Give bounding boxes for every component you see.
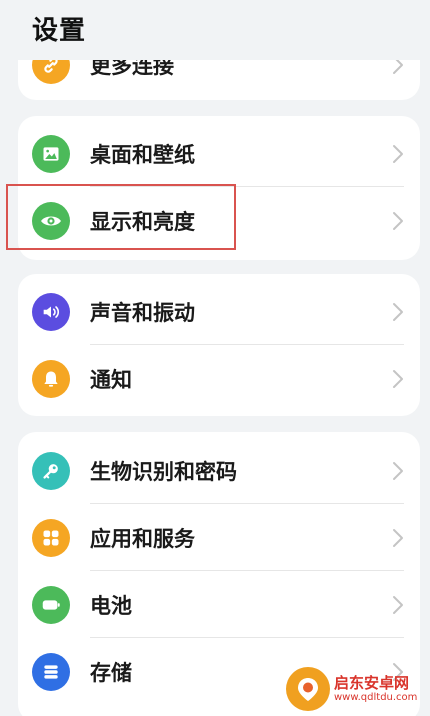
battery-icon: [32, 585, 70, 624]
settings-item-label: 桌面和壁纸: [90, 142, 195, 167]
page-title: 设置: [32, 16, 87, 46]
settings-item-biometrics-password[interactable]: 生物识别和密码: [18, 437, 420, 504]
settings-item-label: 电池: [90, 593, 132, 618]
settings-item-notifications[interactable]: 通知: [18, 345, 420, 412]
watermark-logo-icon: [286, 667, 330, 711]
watermark: 启东安卓网 www.qdltdu.com: [286, 664, 426, 714]
settings-page: 更多连接 设置 桌面和壁纸 显示和亮度 声音和振动 通知 生物识别和密码 应用和…: [0, 0, 430, 716]
watermark-text: 启东安卓网 www.qdltdu.com: [334, 674, 417, 704]
chevron-right-icon: [393, 144, 403, 163]
settings-item-label: 声音和振动: [90, 300, 195, 325]
speaker-icon: [32, 292, 70, 331]
settings-item-battery[interactable]: 电池: [18, 571, 420, 638]
settings-item-apps-services[interactable]: 应用和服务: [18, 504, 420, 571]
card-sound-notifications: 声音和振动 通知: [18, 274, 420, 416]
settings-item-label: 通知: [90, 367, 132, 392]
watermark-url: www.qdltdu.com: [334, 692, 418, 703]
chevron-right-icon: [393, 528, 403, 547]
key-icon: [32, 451, 70, 490]
highlight-box: [6, 184, 236, 250]
watermark-title: 启东安卓网: [334, 674, 410, 692]
wallpaper-icon: [32, 134, 70, 173]
chevron-right-icon: [393, 461, 403, 480]
apps-grid-icon: [32, 518, 70, 557]
settings-item-label: 应用和服务: [90, 526, 195, 551]
chevron-right-icon: [393, 595, 403, 614]
chevron-right-icon: [393, 211, 403, 230]
storage-icon: [32, 652, 70, 691]
settings-item-desktop-wallpaper[interactable]: 桌面和壁纸: [18, 120, 420, 187]
bell-icon: [32, 359, 70, 398]
header: 设置: [0, 0, 430, 60]
settings-item-label: 存储: [90, 660, 132, 685]
chevron-right-icon: [393, 302, 403, 321]
settings-item-label: 生物识别和密码: [90, 459, 237, 484]
chevron-right-icon: [393, 369, 403, 388]
settings-item-sound-vibration[interactable]: 声音和振动: [18, 278, 420, 345]
